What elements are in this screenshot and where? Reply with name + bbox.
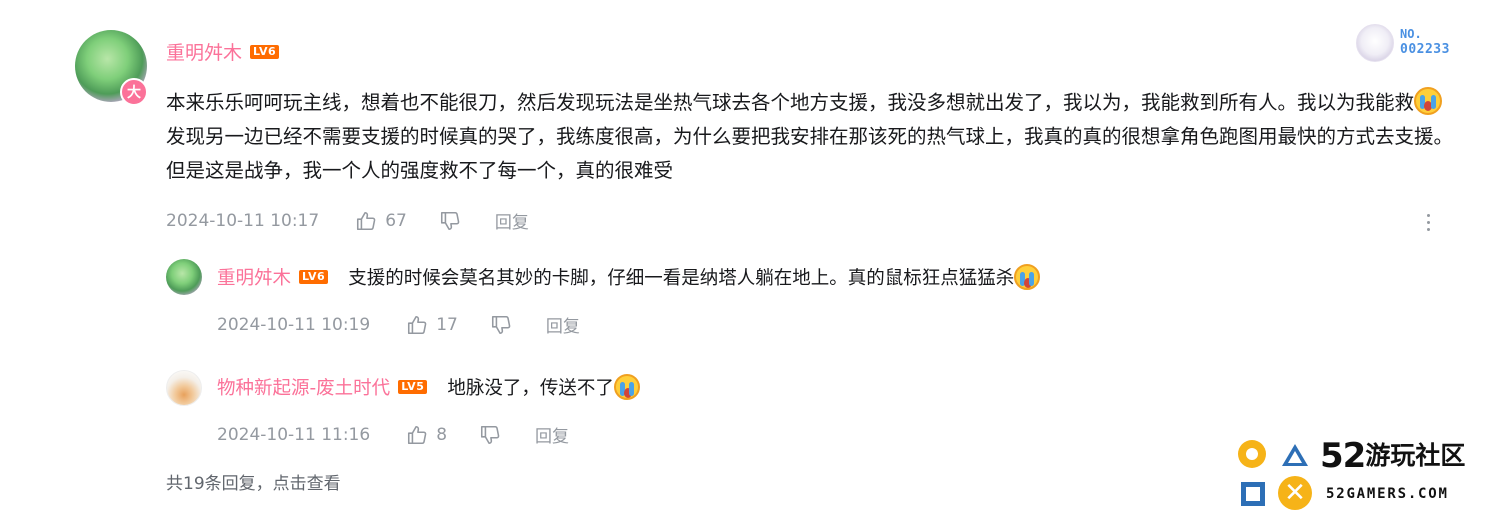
reply-button[interactable]: 回复: [546, 312, 580, 337]
comment-header: 重明舛木 LV6: [166, 38, 280, 65]
comment-text-part2: 发现另一边已经不需要支援的时候真的哭了，我练度很高，为什么要把我安排在那该死的热…: [166, 125, 1454, 182]
like-count: 17: [436, 314, 458, 335]
more-options-icon[interactable]: [1420, 208, 1436, 236]
comment-time: 2024-10-11 10:17: [166, 210, 320, 231]
reply-time: 2024-10-11 11:16: [217, 424, 371, 445]
crying-emoji-icon: [1014, 264, 1041, 290]
reply-button[interactable]: 回复: [535, 422, 569, 447]
watermark-number: 52: [1320, 436, 1366, 476]
reply-avatar[interactable]: [166, 259, 202, 295]
thumbs-up-icon: [357, 211, 376, 230]
watermark-domain: 52GAMERS.COM: [1326, 486, 1449, 502]
dislike-button[interactable]: [439, 210, 461, 232]
circle-symbol-icon: [1238, 440, 1266, 468]
reply-meta: 2024-10-11 11:16 8 回复: [217, 422, 569, 448]
level-badge: LV6: [250, 44, 280, 59]
like-button[interactable]: 17: [406, 314, 458, 336]
crying-emoji-icon: [1414, 87, 1443, 115]
comment-text: 本来乐乐呵呵玩主线，想着也不能很刀，然后发现玩法是坐热气球去各个地方支援，我没多…: [166, 86, 1456, 188]
fan-nameplate: NO. 002233: [1356, 24, 1466, 64]
reply-username[interactable]: 物种新起源-废土时代: [217, 374, 390, 400]
thumbs-down-icon: [491, 315, 511, 334]
reply-line: 重明舛木 LV6 支援的时候会莫名其妙的卡脚，仔细一看是纳塔人躺在地上。真的鼠标…: [217, 264, 1041, 290]
reply-time: 2024-10-11 10:19: [217, 314, 371, 335]
big-member-badge: 大: [120, 78, 148, 106]
reply-text: 支援的时候会莫名其妙的卡脚，仔细一看是纳塔人躺在地上。真的鼠标狂点猛猛杀: [348, 264, 1041, 290]
thumbs-down-icon: [481, 425, 500, 444]
reply-text-body: 支援的时候会莫名其妙的卡脚，仔细一看是纳塔人躺在地上。真的鼠标狂点猛猛杀: [348, 268, 1015, 289]
watermark-name: 游玩社区: [1365, 441, 1466, 470]
view-all-replies-link[interactable]: 共19条回复，点击查看: [166, 469, 341, 494]
level-badge: LV5: [398, 380, 428, 394]
reply-username[interactable]: 重明舛木: [217, 264, 291, 290]
reply-text: 地脉没了，传送不了: [447, 374, 640, 400]
square-symbol-icon: [1241, 482, 1265, 506]
reply-avatar[interactable]: [166, 370, 202, 406]
like-count: 67: [385, 210, 407, 231]
crying-emoji-icon: [613, 374, 640, 400]
nameplate-label: NO.: [1400, 27, 1422, 41]
comment-meta: 2024-10-11 10:17 67 回复: [166, 208, 529, 234]
nameplate-number: 002233: [1400, 42, 1450, 57]
thumbs-down-icon: [440, 211, 460, 230]
level-badge: LV6: [299, 270, 329, 284]
thumbs-up-icon: [408, 315, 427, 334]
cross-symbol-icon: ✕: [1278, 476, 1312, 510]
reply-button[interactable]: 回复: [495, 208, 529, 233]
reply-meta: 2024-10-11 10:19 17 回复: [217, 312, 580, 338]
username[interactable]: 重明舛木: [166, 38, 242, 65]
nameplate-chibi-icon: [1356, 24, 1394, 62]
watermark-title: 52游玩社区: [1320, 436, 1465, 476]
like-count: 8: [436, 424, 448, 445]
like-button[interactable]: 67: [355, 210, 407, 232]
dislike-button[interactable]: [479, 424, 501, 446]
like-button[interactable]: 8: [406, 424, 447, 446]
reply-text-body: 地脉没了，传送不了: [447, 378, 614, 399]
dislike-button[interactable]: [490, 314, 512, 336]
site-watermark-logo: ✕ 52游玩社区 52GAMERS.COM: [1238, 436, 1483, 512]
thumbs-up-icon: [408, 425, 427, 444]
reply-line: 物种新起源-废土时代 LV5 地脉没了，传送不了: [217, 374, 640, 400]
triangle-symbol-icon: [1282, 444, 1308, 466]
comment-text-part1: 本来乐乐呵呵玩主线，想着也不能很刀，然后发现玩法是坐热气球去各个地方支援，我没多…: [166, 91, 1415, 114]
